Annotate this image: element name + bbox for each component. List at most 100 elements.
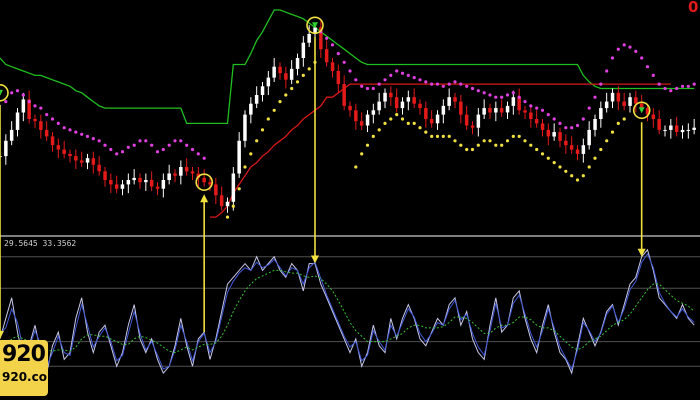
bear-stop-dot: [692, 82, 696, 86]
candle: [389, 92, 393, 98]
candle: [155, 186, 160, 189]
bull-stop-dot: [406, 121, 410, 125]
candle: [394, 97, 399, 109]
signal-arrow-icon: [0, 89, 3, 96]
candle: [476, 114, 481, 128]
candle: [91, 158, 96, 165]
bear-stop-dot: [599, 82, 603, 86]
bear-stop-dot: [558, 121, 562, 125]
bear-stop-dot: [476, 89, 480, 93]
bear-stop-dot: [663, 86, 667, 91]
bull-stop-dot: [354, 165, 358, 169]
bear-stop-dot: [529, 104, 533, 108]
bear-stop-dot: [360, 84, 364, 88]
candle: [459, 101, 463, 115]
candle: [505, 105, 510, 113]
candle: [400, 101, 405, 109]
bull-stop-dot: [249, 152, 253, 156]
bear-stop-dot: [610, 56, 615, 60]
candle: [144, 180, 148, 183]
candle: [482, 108, 486, 115]
bull-stop-dot: [383, 121, 387, 125]
bear-stop-dot: [371, 86, 375, 91]
bull-stop-dot: [494, 143, 498, 147]
candle: [214, 184, 218, 196]
bull-stop-dot: [616, 121, 620, 125]
bull-stop-dot: [535, 147, 539, 152]
logo-number: 920: [2, 342, 46, 367]
bull-stop-dot: [459, 143, 463, 147]
candle: [109, 180, 113, 185]
bull-stop-dot: [424, 130, 428, 134]
candle: [4, 140, 8, 157]
bear-stop-dot: [453, 80, 457, 84]
bull-stop-dot: [377, 128, 381, 132]
candle: [138, 177, 142, 183]
candle: [429, 119, 434, 124]
bull-stop-dot: [610, 130, 615, 134]
bear-stop-dot: [365, 86, 370, 91]
candle: [103, 171, 107, 180]
candle: [190, 171, 195, 174]
bear-stop-dot: [406, 73, 410, 77]
bull-stop-dot: [260, 128, 265, 132]
candle: [225, 201, 230, 207]
bear-stop-dot: [680, 84, 685, 88]
candle: [581, 145, 586, 154]
bull-stop-dot: [389, 117, 393, 121]
bull-stop-dot: [517, 134, 521, 138]
candle: [453, 97, 457, 102]
candle: [669, 125, 673, 130]
candle: [610, 92, 615, 102]
candle: [511, 97, 516, 106]
bear-stop-dot: [418, 78, 422, 82]
candle: [85, 158, 90, 163]
bear-stop-dot: [377, 82, 381, 86]
bull-stop-dot: [278, 100, 282, 104]
bear-stop-dot: [173, 139, 177, 143]
bull-stop-dot: [488, 139, 492, 143]
candle: [284, 73, 288, 80]
candle: [161, 180, 166, 189]
candle: [488, 108, 492, 113]
corner-label: 0: [688, 0, 699, 16]
chart-canvas: [0, 9, 700, 375]
bull-stop-dot: [237, 187, 241, 191]
candle: [418, 103, 422, 109]
candle: [564, 140, 568, 146]
bull-stop-dot: [500, 143, 504, 147]
bear-stop-dot: [470, 86, 475, 91]
chart-window: 29.5645 33.3562 0 920 920.com: [0, 0, 700, 400]
bear-stop-dot: [500, 95, 504, 99]
bear-stop-dot: [132, 143, 136, 147]
bear-stop-dot: [196, 152, 200, 156]
bear-stop-dot: [564, 126, 568, 130]
candle: [330, 62, 335, 71]
candle: [663, 129, 667, 131]
candle: [412, 97, 416, 104]
candle: [301, 42, 306, 58]
bull-stop-dot: [570, 174, 574, 178]
bull-stop-dot: [284, 93, 288, 97]
bear-stop-dot: [435, 82, 440, 86]
bear-stop-dot: [56, 121, 60, 125]
candle: [616, 92, 621, 102]
candle: [132, 177, 136, 181]
bear-stop-dot: [552, 117, 556, 121]
bull-stop-dot: [365, 143, 370, 147]
candle: [657, 119, 661, 130]
bear-stop-dot: [395, 69, 399, 73]
candle: [604, 101, 609, 109]
bear-stop-dot: [336, 52, 340, 56]
candle: [435, 114, 440, 124]
bear-stop-dot: [535, 106, 539, 110]
bear-stop-dot: [4, 100, 8, 104]
candle: [692, 127, 696, 130]
bear-stop-dot: [482, 91, 486, 95]
candle: [50, 136, 55, 146]
candle: [499, 108, 504, 113]
fast-line: [0, 248, 695, 375]
bull-stop-dot: [395, 113, 399, 117]
bear-stop-dot: [383, 78, 387, 82]
candle: [546, 129, 551, 137]
